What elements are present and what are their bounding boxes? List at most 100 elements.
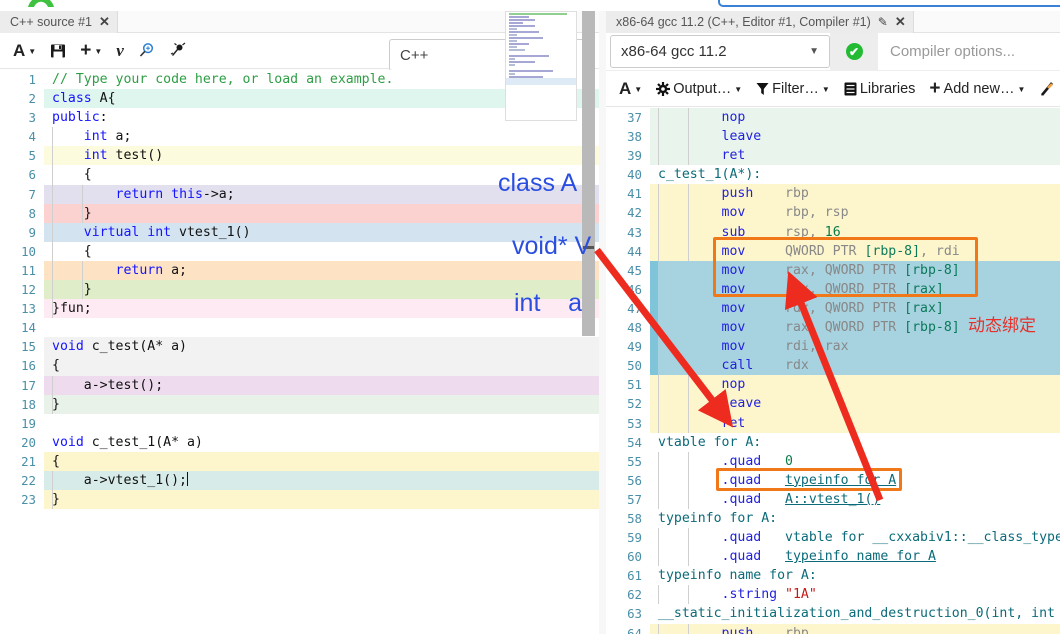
code-line[interactable]: 23} [0, 490, 599, 510]
compiler-select[interactable]: x86-64 gcc 11.2 ▼ [610, 35, 830, 68]
line-number: 50 [627, 358, 642, 374]
line-number: 19 [21, 415, 36, 431]
add-button[interactable]: + ▼ [73, 41, 109, 61]
line-number: 59 [627, 530, 642, 546]
code-line[interactable]: 37 nop [606, 108, 1060, 128]
highlighter-button[interactable] [1032, 77, 1060, 100]
line-number: 49 [627, 339, 642, 355]
editor-minimap[interactable] [505, 11, 577, 121]
code-line[interactable]: 39 ret [606, 146, 1060, 166]
code-line[interactable]: 8 } [0, 203, 599, 223]
line-number: 58 [627, 510, 642, 526]
code-line[interactable]: 12 } [0, 280, 599, 300]
minimap-line [509, 37, 543, 39]
libraries-button[interactable]: Libraries [837, 78, 923, 100]
code-line[interactable]: 41 push rbp [606, 184, 1060, 204]
editor-scrollbar-thumb[interactable] [582, 11, 595, 336]
pencil-icon[interactable]: ✎ [878, 15, 888, 29]
line-number: 20 [21, 434, 36, 450]
editor-scrollbar[interactable] [582, 11, 595, 634]
execution-marker [650, 356, 658, 376]
code-line-text: call rdx [658, 358, 809, 374]
check-icon: ✔ [845, 43, 863, 60]
assembly-code-area[interactable]: 37 nop 38 leave 39 ret 40 c_test_1(A*): 41 pu… [606, 108, 1060, 634]
code-line[interactable]: 51 nop [606, 375, 1060, 395]
code-line-text: .quad vtable for __cxxabiv1::__class_typ… [658, 530, 1060, 546]
chevron-down-icon: ▼ [94, 46, 103, 56]
vim-mode-button[interactable]: v [109, 38, 131, 64]
line-number: 55 [627, 453, 642, 469]
code-line[interactable]: 58 typeinfo for A: [606, 509, 1060, 528]
line-number: 9 [28, 224, 36, 240]
code-line[interactable]: 50 call rdx [606, 356, 1060, 376]
code-line[interactable]: 53 ret [606, 413, 1060, 433]
editor-code-area[interactable]: 1// Type your code here, or load an exam… [0, 70, 599, 634]
compile-status-button[interactable]: ✔ [830, 33, 878, 70]
code-line-text: leave [658, 396, 762, 412]
code-line[interactable]: 19 [0, 414, 599, 433]
app-root: C++ source #1 ✕ ▢ ✕ A ▼ [0, 0, 1060, 634]
code-line[interactable]: 10 { [0, 241, 599, 261]
font-size-button[interactable]: A ▼ [612, 76, 649, 102]
save-button[interactable] [43, 40, 73, 62]
code-line-text [52, 414, 599, 433]
compiler-explorer-logo-icon [28, 0, 54, 7]
execution-marker [650, 318, 658, 338]
close-icon[interactable]: ✕ [99, 14, 110, 30]
code-line[interactable]: 59 .quad vtable for __cxxabiv1::__class_… [606, 528, 1060, 548]
search-button[interactable] [131, 39, 162, 62]
code-line[interactable]: 18} [0, 394, 599, 414]
code-line-text: a->test(); [52, 377, 164, 393]
line-number: 8 [28, 205, 36, 221]
minimap-line [509, 31, 539, 33]
code-line[interactable]: 64 push rbp [606, 623, 1060, 634]
code-line[interactable]: 20 void c_test_1(A* a) [0, 433, 599, 452]
code-line[interactable]: 42 mov rbp, rsp [606, 203, 1060, 223]
code-line[interactable]: 54 vtable for A: [606, 433, 1060, 452]
text-cursor [186, 471, 189, 486]
code-line[interactable]: 49 mov rdi, rax [606, 337, 1060, 357]
code-line[interactable]: 60 .quad typeinfo name for A [606, 547, 1060, 567]
font-size-icon: A [13, 40, 26, 60]
compiler-options-input[interactable]: Compiler options... [878, 33, 1060, 70]
minimap-line [509, 64, 515, 66]
code-line[interactable]: 11 return a; [0, 260, 599, 281]
minimap-line [509, 19, 535, 21]
code-line[interactable]: 17 a->test(); [0, 375, 599, 395]
code-line[interactable]: 63 __static_initialization_and_destructio… [606, 604, 1060, 623]
output-label: Output… [673, 80, 732, 97]
editor-pane: C++ source #1 ✕ ▢ ✕ A ▼ [0, 11, 599, 634]
close-icon[interactable]: ✕ [895, 14, 906, 30]
line-number: 38 [627, 129, 642, 145]
code-line[interactable]: 22 a->vtest_1(); [0, 470, 599, 491]
code-line[interactable]: 57 .quad A::vtest_1() [606, 489, 1060, 509]
code-line[interactable]: 16 { [0, 356, 599, 376]
code-line[interactable]: 52 leave [606, 394, 1060, 414]
code-line[interactable]: 13}fun; [0, 299, 599, 319]
font-size-button[interactable]: A ▼ [6, 38, 43, 64]
output-button[interactable]: Output… ▼ [649, 78, 749, 100]
pane-splitter[interactable] [599, 11, 606, 634]
compiler-tab[interactable]: x86-64 gcc 11.2 (C++, Editor #1, Compile… [606, 11, 914, 33]
format-button[interactable] [162, 39, 193, 62]
code-line[interactable]: 9 virtual int vtest_1() [0, 222, 599, 242]
add-new-button[interactable]: + Add new… ▼ [922, 78, 1032, 100]
filter-icon [756, 82, 769, 95]
line-number: 1 [28, 72, 36, 87]
code-line-text: ret [658, 148, 746, 164]
code-line[interactable]: 14 [0, 318, 599, 337]
compiler-tab-title: x86-64 gcc 11.2 (C++, Editor #1, Compile… [616, 15, 871, 29]
code-line[interactable]: 21 { [0, 451, 599, 471]
code-line[interactable]: 38 leave [606, 127, 1060, 147]
filter-button[interactable]: Filter… ▼ [749, 78, 837, 100]
code-line[interactable]: 61 typeinfo name for A: [606, 566, 1060, 585]
code-line[interactable]: 15 void c_test(A* a) [0, 337, 599, 357]
code-line-text: int a; [83, 129, 132, 145]
code-line[interactable]: 40 c_test_1(A*): [606, 165, 1060, 184]
code-line[interactable]: 4 int a; [0, 127, 599, 147]
editor-tab[interactable]: C++ source #1 ✕ [0, 11, 118, 33]
compiler-toolbar: A ▼ Output… ▼ Filter… ▼ Libraries + Add … [606, 71, 1060, 107]
minimap-line [509, 34, 517, 36]
code-line[interactable]: 62 .string "1A" [606, 585, 1060, 605]
code-line[interactable]: 5 int test() [0, 146, 599, 166]
